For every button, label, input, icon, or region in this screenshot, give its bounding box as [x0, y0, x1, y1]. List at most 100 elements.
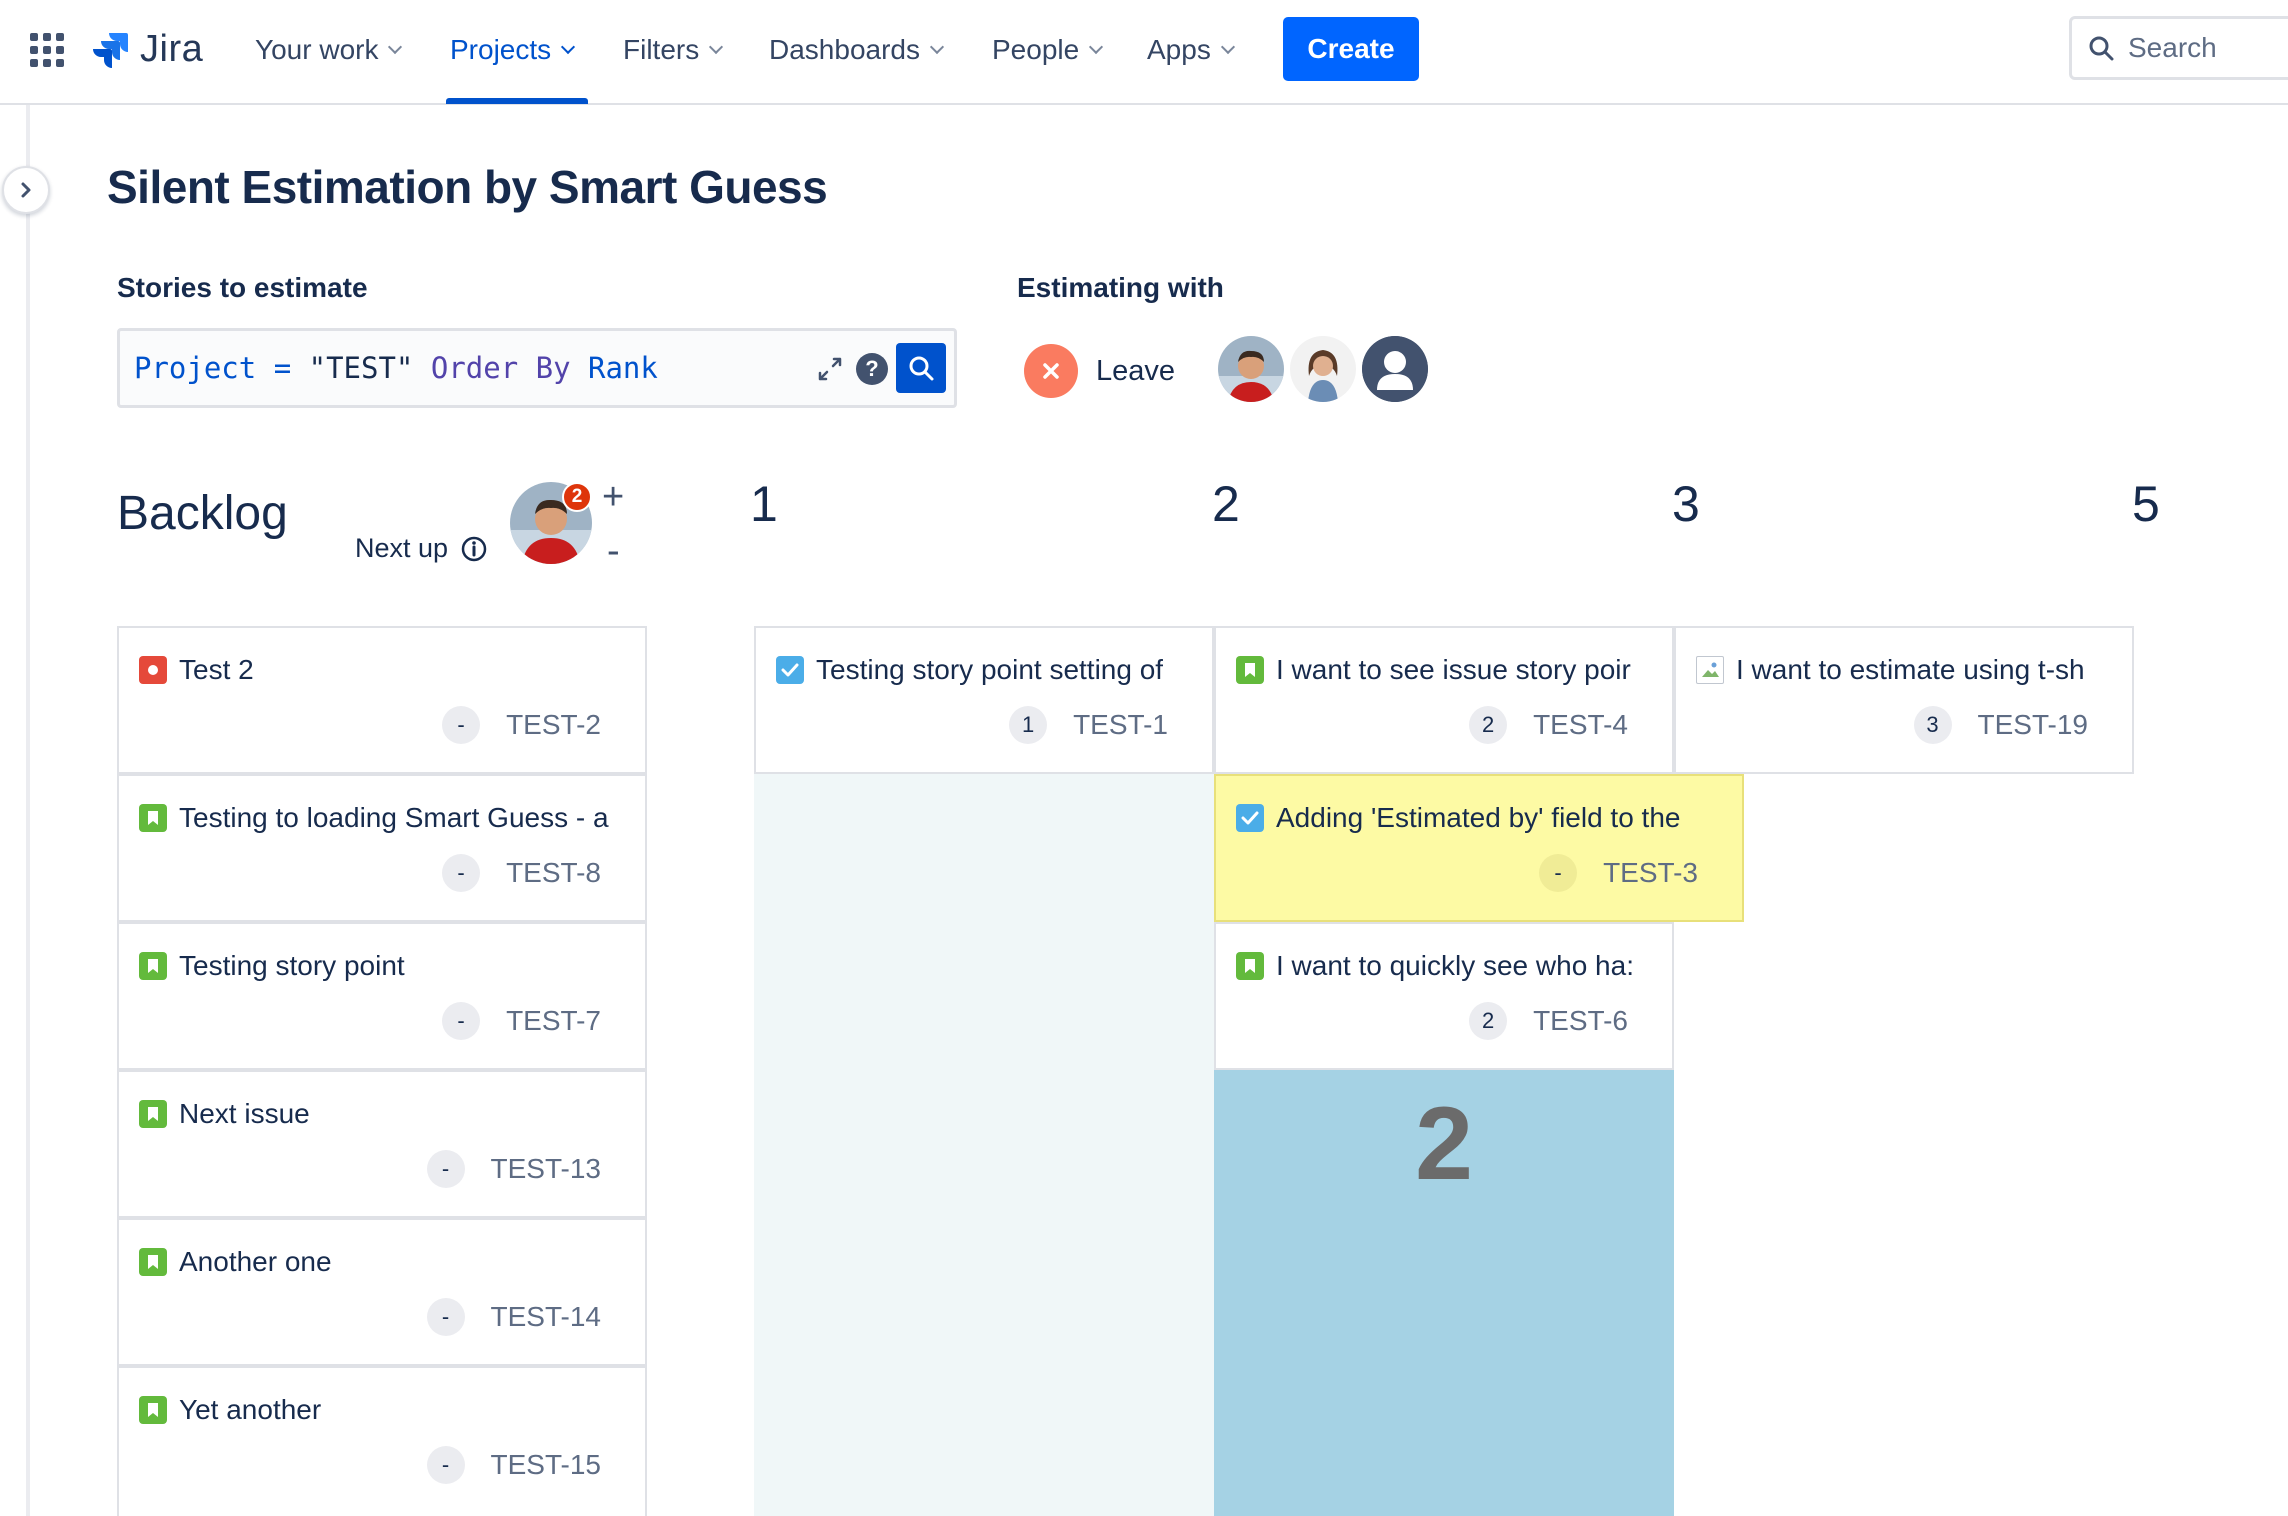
chevron-down-icon — [1220, 39, 1235, 55]
story-points: - — [426, 1446, 465, 1484]
backlog-card[interactable]: Testing to loading Smart Guess - a - TEST… — [117, 774, 647, 922]
column-header-5: 5 — [2132, 476, 2160, 532]
sidebar-rail — [0, 105, 30, 1516]
issue-key[interactable]: TEST-15 — [491, 1449, 601, 1481]
jira-logo[interactable]: Jira — [90, 24, 203, 74]
leave-button[interactable]: Leave — [1024, 344, 1175, 398]
jql-field: Project — [134, 351, 257, 385]
broken-image-icon — [1696, 656, 1724, 684]
next-up-label: Next up — [355, 533, 449, 563]
nav-apps[interactable]: Apps — [1147, 28, 1235, 72]
jql-operator: = — [273, 351, 292, 385]
story-icon — [139, 1396, 167, 1424]
nav-label: Filters — [623, 34, 700, 65]
card-title: I want to estimate using t-sh — [1736, 654, 2085, 685]
issue-key[interactable]: TEST-4 — [1533, 709, 1628, 741]
jql-query-text[interactable]: Project = "TEST" Order By Rank — [134, 351, 658, 385]
chevron-down-icon — [1089, 39, 1104, 55]
card-title: Another one — [179, 1246, 332, 1277]
nav-filters[interactable]: Filters — [623, 28, 724, 72]
search-icon — [2089, 36, 2114, 61]
column-header-3: 3 — [1672, 476, 1700, 532]
estimate-card[interactable]: I want to estimate using t-sh 3 TEST-19 — [1674, 626, 2134, 774]
issue-key[interactable]: TEST-7 — [506, 1005, 601, 1037]
card-title: Next issue — [179, 1098, 310, 1129]
story-points: - — [442, 1002, 481, 1040]
estimate-card[interactable]: Testing story point setting of 1 TEST-1 — [754, 626, 1214, 774]
expand-icon[interactable] — [816, 355, 844, 383]
backlog-card[interactable]: Yet another - TEST-15 — [117, 1366, 647, 1516]
jql-value: "TEST" — [308, 351, 414, 385]
jira-logo-text: Jira — [140, 27, 204, 70]
issue-key[interactable]: TEST-8 — [506, 857, 601, 889]
search-input[interactable]: Search — [2069, 16, 2288, 80]
estimate-card[interactable]: I want to see issue story poir 2 TEST-4 — [1214, 626, 1674, 774]
nav-dashboards[interactable]: Dashboards — [769, 28, 945, 72]
backlog-title: Backlog — [117, 487, 288, 540]
estimate-card[interactable]: I want to quickly see who ha: 2 TEST-6 — [1214, 922, 1674, 1070]
nav-label: Projects — [450, 34, 552, 65]
dragging-card[interactable]: Adding 'Estimated by' field to the - TEST… — [1214, 774, 1744, 922]
card-title: Adding 'Estimated by' field to the — [1276, 802, 1681, 833]
story-icon — [139, 804, 167, 832]
chevron-right-icon — [21, 182, 31, 198]
story-points: - — [426, 1298, 465, 1336]
increase-button[interactable]: + — [602, 476, 624, 519]
app-switcher-icon[interactable] — [30, 33, 64, 67]
task-checkbox-icon — [776, 656, 804, 684]
expand-sidebar-button[interactable] — [2, 166, 50, 214]
card-title: Testing story point — [179, 950, 405, 981]
story-points: - — [1539, 854, 1578, 892]
decrease-button[interactable]: - — [607, 530, 620, 573]
nav-label: Dashboards — [769, 34, 920, 65]
backlog-card[interactable]: Testing story point - TEST-7 — [117, 922, 647, 1070]
chevron-down-icon — [561, 39, 576, 55]
jql-search-button[interactable] — [896, 343, 946, 393]
chevron-down-icon — [929, 39, 945, 55]
card-title: Testing story point setting of — [816, 654, 1164, 685]
issue-key[interactable]: TEST-14 — [491, 1301, 601, 1333]
jql-query-field[interactable]: Project = "TEST" Order By Rank ? — [117, 328, 957, 408]
issue-key[interactable]: TEST-6 — [1533, 1005, 1628, 1037]
jira-logo-icon — [93, 33, 128, 68]
story-points: 1 — [1009, 706, 1048, 744]
issue-key[interactable]: TEST-1 — [1073, 709, 1168, 741]
issue-key[interactable]: TEST-19 — [1978, 709, 2088, 741]
help-icon[interactable]: ? — [856, 353, 888, 385]
backlog-card[interactable]: Test 2 - TEST-2 — [117, 626, 647, 774]
issue-key[interactable]: TEST-13 — [491, 1153, 601, 1185]
leave-label: Leave — [1096, 354, 1176, 387]
backlog-card[interactable]: Another one - TEST-14 — [117, 1218, 647, 1366]
next-up-count-badge: 2 — [562, 482, 592, 512]
backlog-card[interactable]: Next issue - TEST-13 — [117, 1070, 647, 1218]
chevron-down-icon — [388, 39, 403, 55]
nav-projects[interactable]: Projects — [450, 28, 576, 72]
issue-key[interactable]: TEST-3 — [1603, 857, 1698, 889]
bug-icon — [139, 656, 167, 684]
nav-people[interactable]: People — [992, 28, 1104, 72]
nav-your-work[interactable]: Your work — [255, 28, 403, 72]
top-navigation: Jira Your work Projects Filters Dashboar… — [0, 0, 2288, 105]
search-placeholder: Search — [2128, 32, 2217, 63]
info-icon[interactable] — [460, 535, 488, 563]
jql-order-by: Order By — [430, 351, 571, 385]
participant-avatar-placeholder[interactable] — [1362, 336, 1428, 402]
column-1-dropzone[interactable] — [754, 774, 1214, 1516]
card-title: Yet another — [179, 1394, 322, 1425]
close-icon — [1024, 344, 1078, 398]
column-2-count: 2 — [1415, 1086, 1473, 1202]
issue-key[interactable]: TEST-2 — [506, 709, 601, 741]
create-button[interactable]: Create — [1283, 17, 1419, 81]
participant-avatar[interactable] — [1290, 336, 1356, 402]
story-icon — [139, 952, 167, 980]
nav-label: Your work — [255, 34, 379, 65]
story-icon — [139, 1100, 167, 1128]
page-title: Silent Estimation by Smart Guess — [107, 161, 828, 213]
estimating-label: Estimating with — [1017, 272, 1224, 303]
nav-label: People — [992, 34, 1080, 65]
card-title: I want to see issue story poir — [1276, 654, 1631, 685]
card-title: Test 2 — [179, 654, 254, 685]
participant-avatar[interactable] — [1218, 336, 1284, 402]
story-icon — [139, 1248, 167, 1276]
story-points: 2 — [1469, 1002, 1508, 1040]
